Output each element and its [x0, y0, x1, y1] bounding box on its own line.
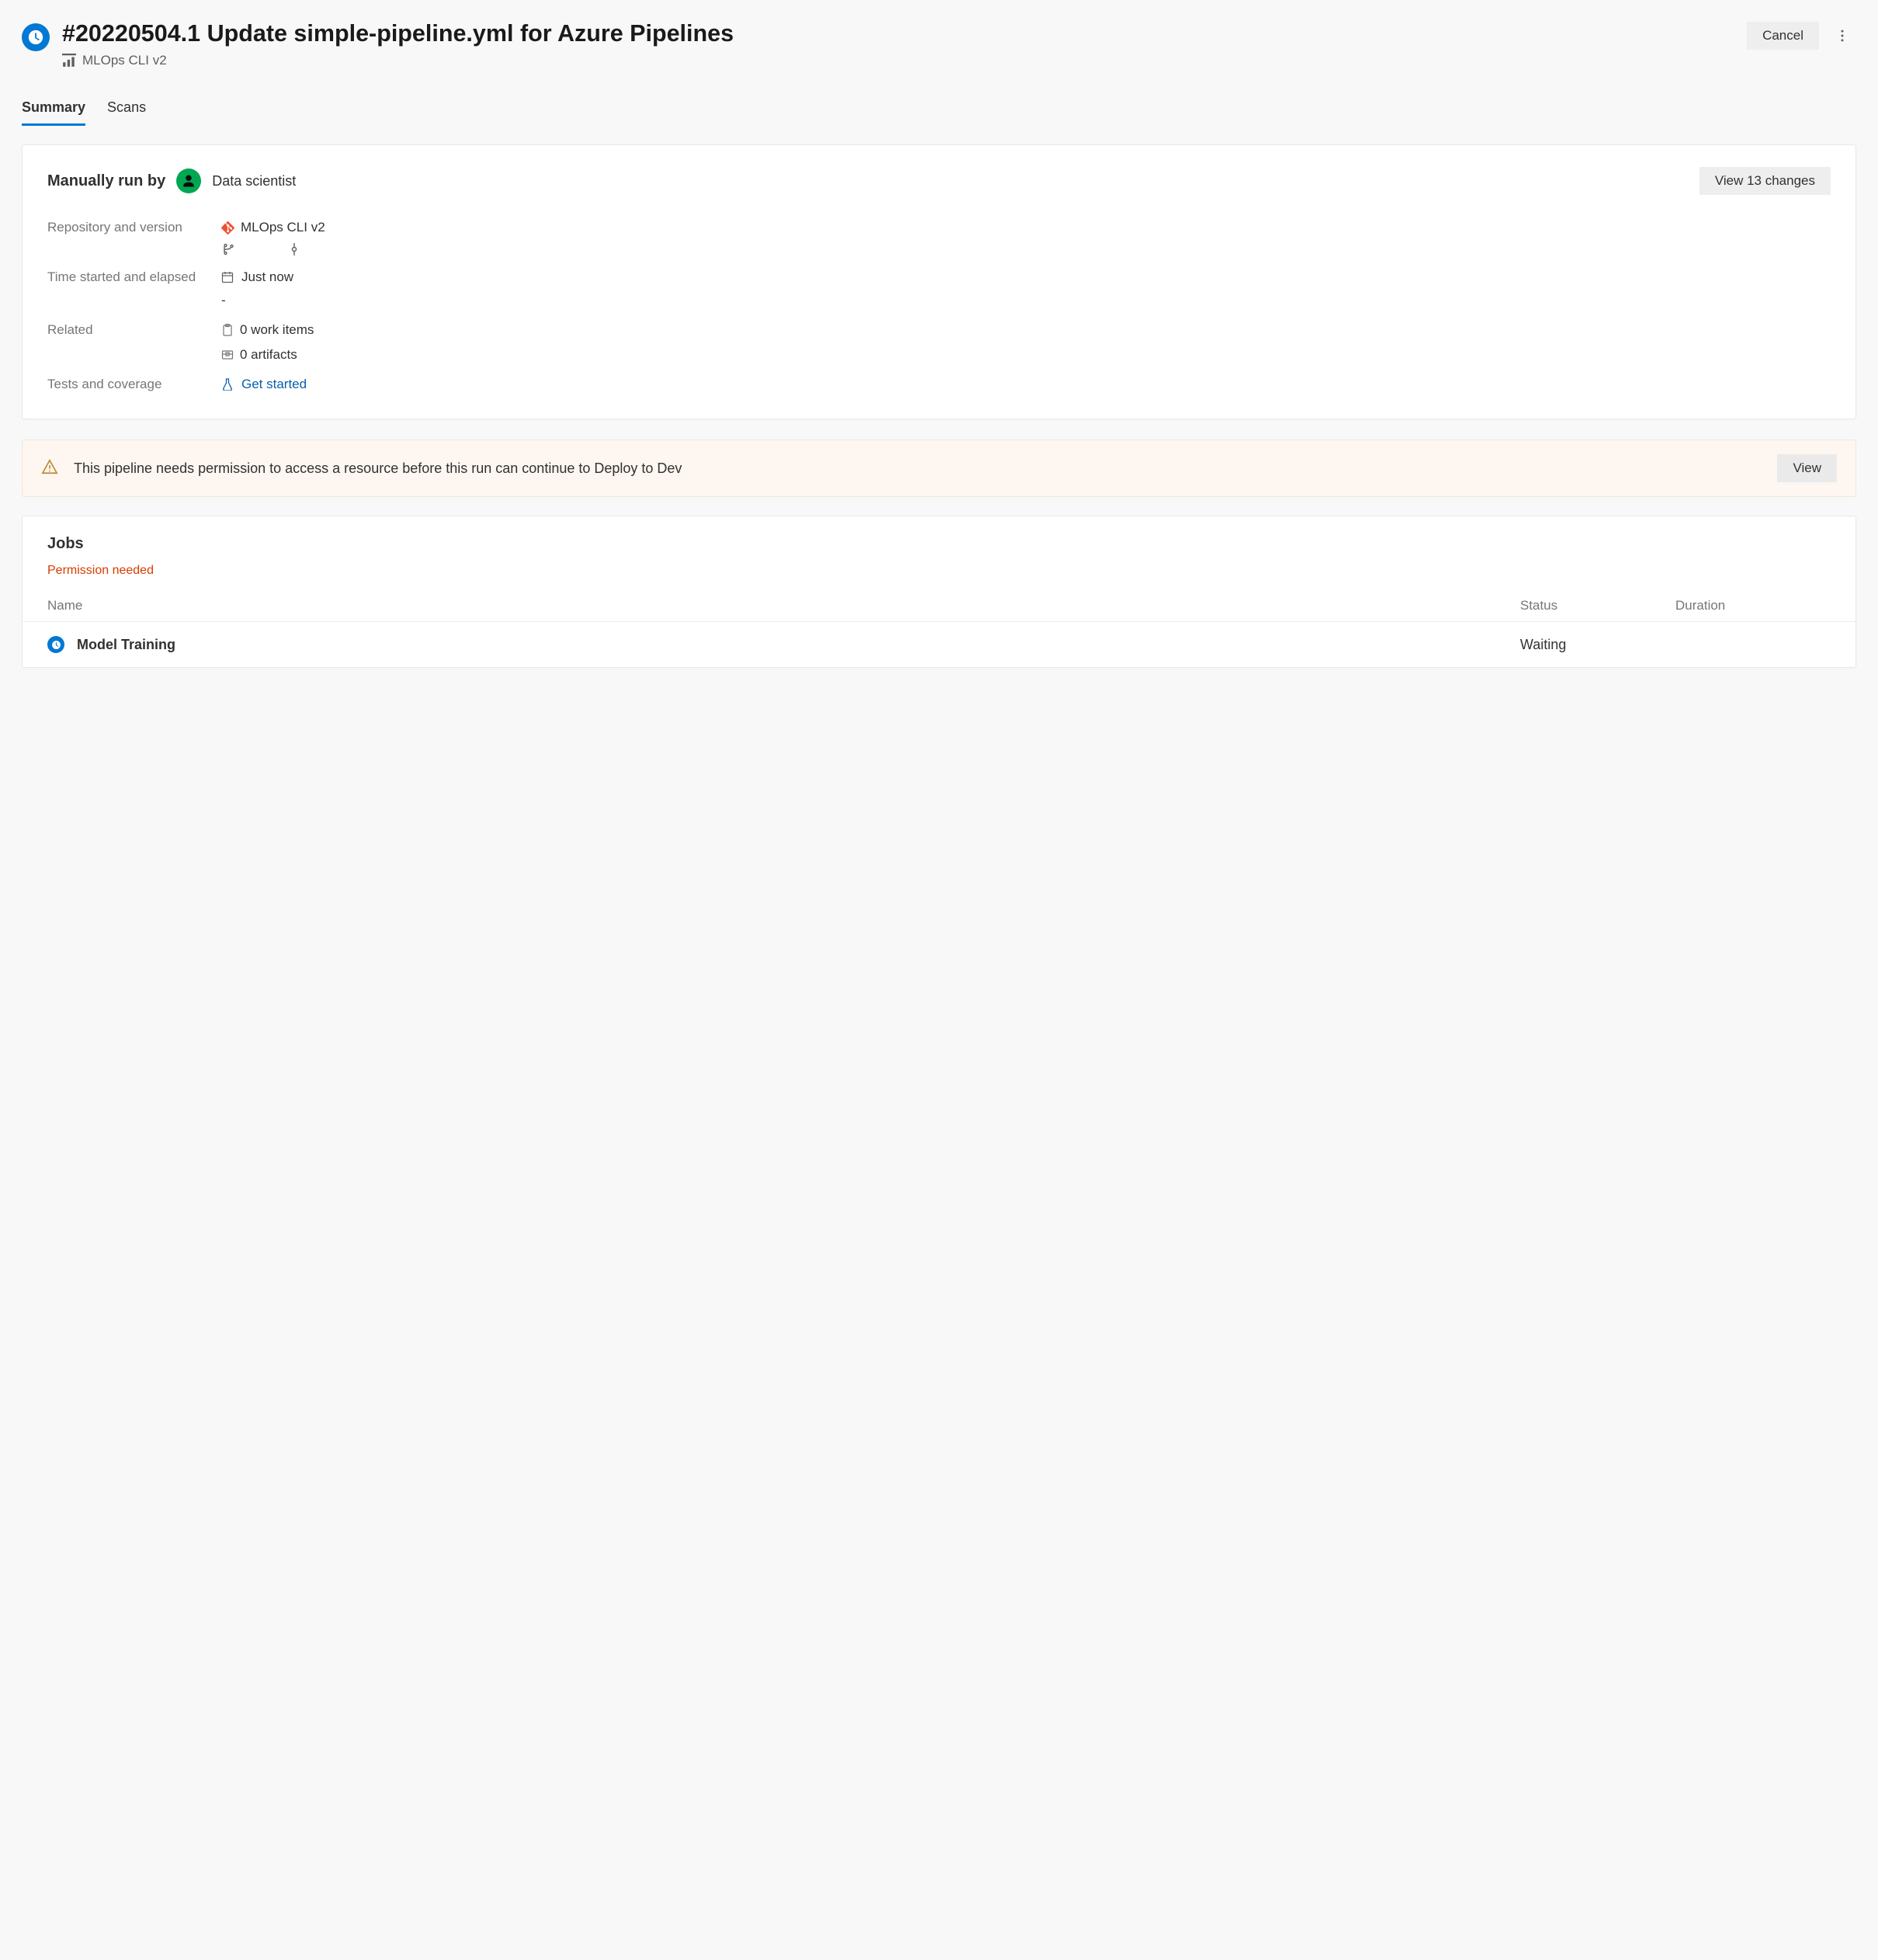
warning-icon — [41, 458, 58, 479]
jobs-title: Jobs — [47, 535, 1831, 553]
clock-icon — [22, 23, 50, 51]
branch-link[interactable] — [221, 243, 234, 255]
tests-label: Tests and coverage — [47, 377, 210, 392]
col-status: Status — [1520, 598, 1675, 613]
work-items-text: 0 work items — [240, 322, 314, 338]
artifacts-link[interactable]: 0 artifacts — [221, 347, 1831, 363]
pipeline-icon — [62, 54, 76, 68]
run-by-user: Data scientist — [212, 173, 296, 189]
repo-label: Repository and version — [47, 220, 210, 255]
run-by-label: Manually run by — [47, 172, 165, 190]
time-label: Time started and elapsed — [47, 269, 210, 308]
tabs: Summary Scans — [22, 95, 1856, 126]
tests-get-started-link[interactable]: Get started — [241, 377, 307, 392]
page-header: #20220504.1 Update simple-pipeline.yml f… — [22, 19, 1856, 68]
artifacts-text: 0 artifacts — [240, 347, 297, 363]
permission-alert: This pipeline needs permission to access… — [22, 440, 1856, 497]
person-icon — [181, 173, 196, 189]
jobs-card: Jobs Permission needed Name Status Durat… — [22, 516, 1856, 668]
related-label: Related — [47, 322, 210, 363]
commit-link[interactable] — [288, 243, 300, 255]
alert-message: This pipeline needs permission to access… — [74, 458, 1762, 478]
cancel-button[interactable]: Cancel — [1747, 22, 1819, 50]
repo-name: MLOps CLI v2 — [241, 220, 325, 235]
col-name: Name — [47, 598, 1520, 613]
view-changes-button[interactable]: View 13 changes — [1699, 167, 1831, 195]
pipeline-name-text: MLOps CLI v2 — [82, 53, 167, 68]
more-options-button[interactable] — [1828, 22, 1856, 50]
commit-icon — [288, 243, 300, 255]
tab-summary[interactable]: Summary — [22, 95, 85, 126]
time-elapsed: - — [221, 293, 1831, 308]
permission-needed-text: Permission needed — [47, 564, 1831, 578]
avatar — [176, 169, 201, 193]
pipeline-name[interactable]: MLOps CLI v2 — [62, 53, 1734, 68]
alert-view-button[interactable]: View — [1777, 454, 1837, 482]
artifact-icon — [221, 349, 234, 361]
summary-card: Manually run by Data scientist View 13 c… — [22, 144, 1856, 419]
time-started: Just now — [241, 269, 293, 285]
clock-icon — [47, 636, 64, 653]
job-name: Model Training — [77, 637, 175, 653]
flask-icon — [221, 378, 234, 391]
calendar-icon — [221, 271, 234, 283]
clipboard-icon — [221, 324, 234, 336]
job-status: Waiting — [1520, 637, 1675, 653]
col-duration: Duration — [1675, 598, 1831, 613]
repo-link[interactable]: MLOps CLI v2 — [221, 220, 1831, 235]
page-title: #20220504.1 Update simple-pipeline.yml f… — [62, 19, 1734, 48]
kebab-icon — [1835, 28, 1850, 43]
git-icon — [221, 221, 234, 235]
branch-icon — [221, 243, 234, 255]
work-items-link[interactable]: 0 work items — [221, 322, 1831, 338]
tab-scans[interactable]: Scans — [107, 95, 146, 126]
job-row[interactable]: Model Training Waiting — [23, 621, 1855, 667]
